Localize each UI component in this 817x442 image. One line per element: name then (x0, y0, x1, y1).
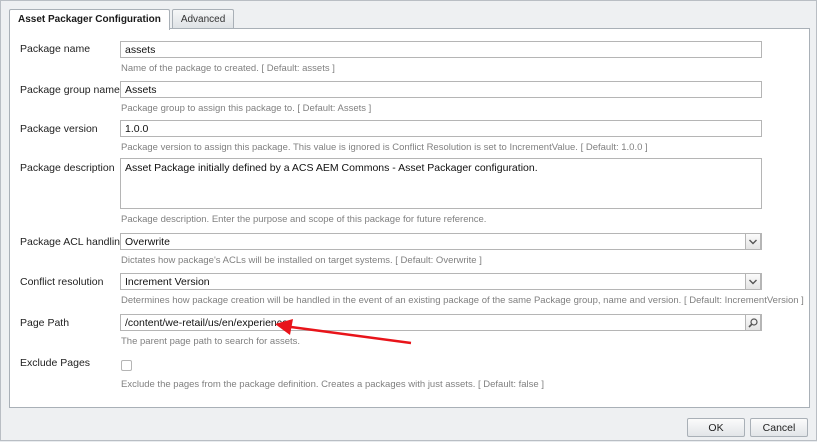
chevron-down-icon[interactable] (745, 273, 761, 290)
package-group-input[interactable]: Assets (120, 81, 762, 98)
conflict-resolution-label: Conflict resolution (20, 276, 104, 288)
package-name-label: Package name (20, 43, 91, 55)
exclude-pages-label: Exclude Pages (20, 357, 91, 369)
package-version-label: Package version (20, 123, 98, 135)
asset-packager-dialog: Asset Packager Configuration Advanced Pa… (0, 0, 817, 441)
tab-bar: Asset Packager Configuration Advanced (9, 9, 236, 30)
exclude-pages-checkbox[interactable] (121, 360, 132, 371)
form-panel: Package name assets Name of the package … (9, 28, 810, 408)
package-description-label: Package description (20, 162, 115, 174)
exclude-pages-hint: Exclude the pages from the package defin… (121, 379, 544, 390)
package-description-textarea[interactable]: Asset Package initially defined by a ACS… (120, 158, 762, 209)
conflict-resolution-value: Increment Version (125, 276, 210, 288)
page-path-value: /content/we-retail/us/en/experience (125, 317, 288, 329)
cancel-button[interactable]: Cancel (750, 418, 808, 437)
acl-handling-label: Package ACL handling (20, 236, 126, 248)
conflict-resolution-select[interactable]: Increment Version (120, 273, 762, 290)
package-version-hint: Package version to assign this package. … (121, 142, 648, 153)
acl-handling-hint: Dictates how package's ACLs will be inst… (121, 255, 482, 266)
package-version-input[interactable]: 1.0.0 (120, 120, 762, 137)
page-path-input[interactable]: /content/we-retail/us/en/experience (120, 314, 762, 331)
acl-handling-value: Overwrite (125, 236, 170, 248)
page-path-hint: The parent page path to search for asset… (121, 336, 301, 347)
package-name-input[interactable]: assets (120, 41, 762, 58)
tab-asset-packager-configuration[interactable]: Asset Packager Configuration (9, 9, 170, 30)
conflict-resolution-hint: Determines how package creation will be … (121, 295, 804, 306)
acl-handling-select[interactable]: Overwrite (120, 233, 762, 250)
page-path-label: Page Path (20, 317, 70, 329)
package-name-hint: Name of the package to created. [ Defaul… (121, 63, 335, 74)
package-description-hint: Package description. Enter the purpose a… (121, 214, 487, 225)
tab-advanced[interactable]: Advanced (171, 9, 235, 29)
chevron-down-icon[interactable] (745, 233, 761, 250)
ok-button[interactable]: OK (687, 418, 745, 437)
package-group-label: Package group name (20, 84, 120, 96)
package-group-hint: Package group to assign this package to.… (121, 103, 372, 114)
search-icon[interactable] (745, 314, 761, 331)
